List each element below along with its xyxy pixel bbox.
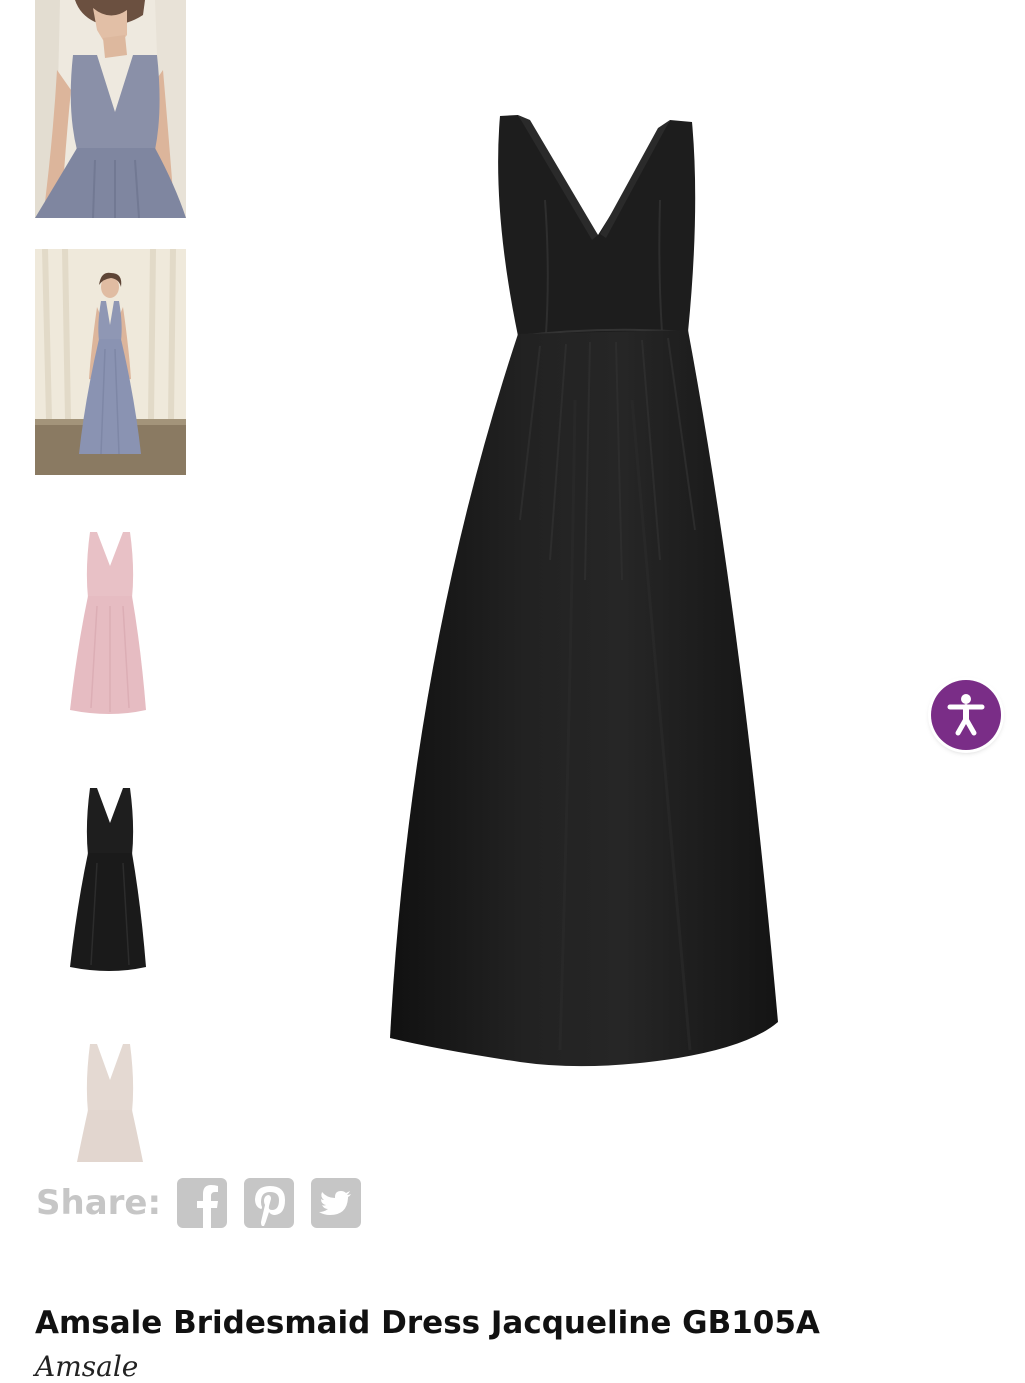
share-label: Share: <box>36 1183 162 1223</box>
thumbnail-dress-black[interactable] <box>35 785 186 975</box>
twitter-icon[interactable] <box>311 1178 362 1228</box>
main-product-image[interactable] <box>370 100 800 1080</box>
thumbnail-model-closeup[interactable] <box>35 0 186 218</box>
product-title: Amsale Bridesmaid Dress Jacqueline GB105… <box>35 1305 820 1341</box>
accessibility-button[interactable] <box>931 680 1001 750</box>
thumbnail-dress-pink[interactable] <box>35 528 186 718</box>
thumbnail-model-full-length[interactable] <box>35 249 186 475</box>
accessibility-icon <box>947 694 985 736</box>
thumbnail-gallery <box>35 0 186 1162</box>
pinterest-icon[interactable] <box>244 1178 295 1228</box>
thumbnail-dress-ivory[interactable] <box>35 1042 186 1162</box>
share-bar: Share: <box>36 1178 378 1228</box>
facebook-icon[interactable] <box>177 1178 228 1228</box>
